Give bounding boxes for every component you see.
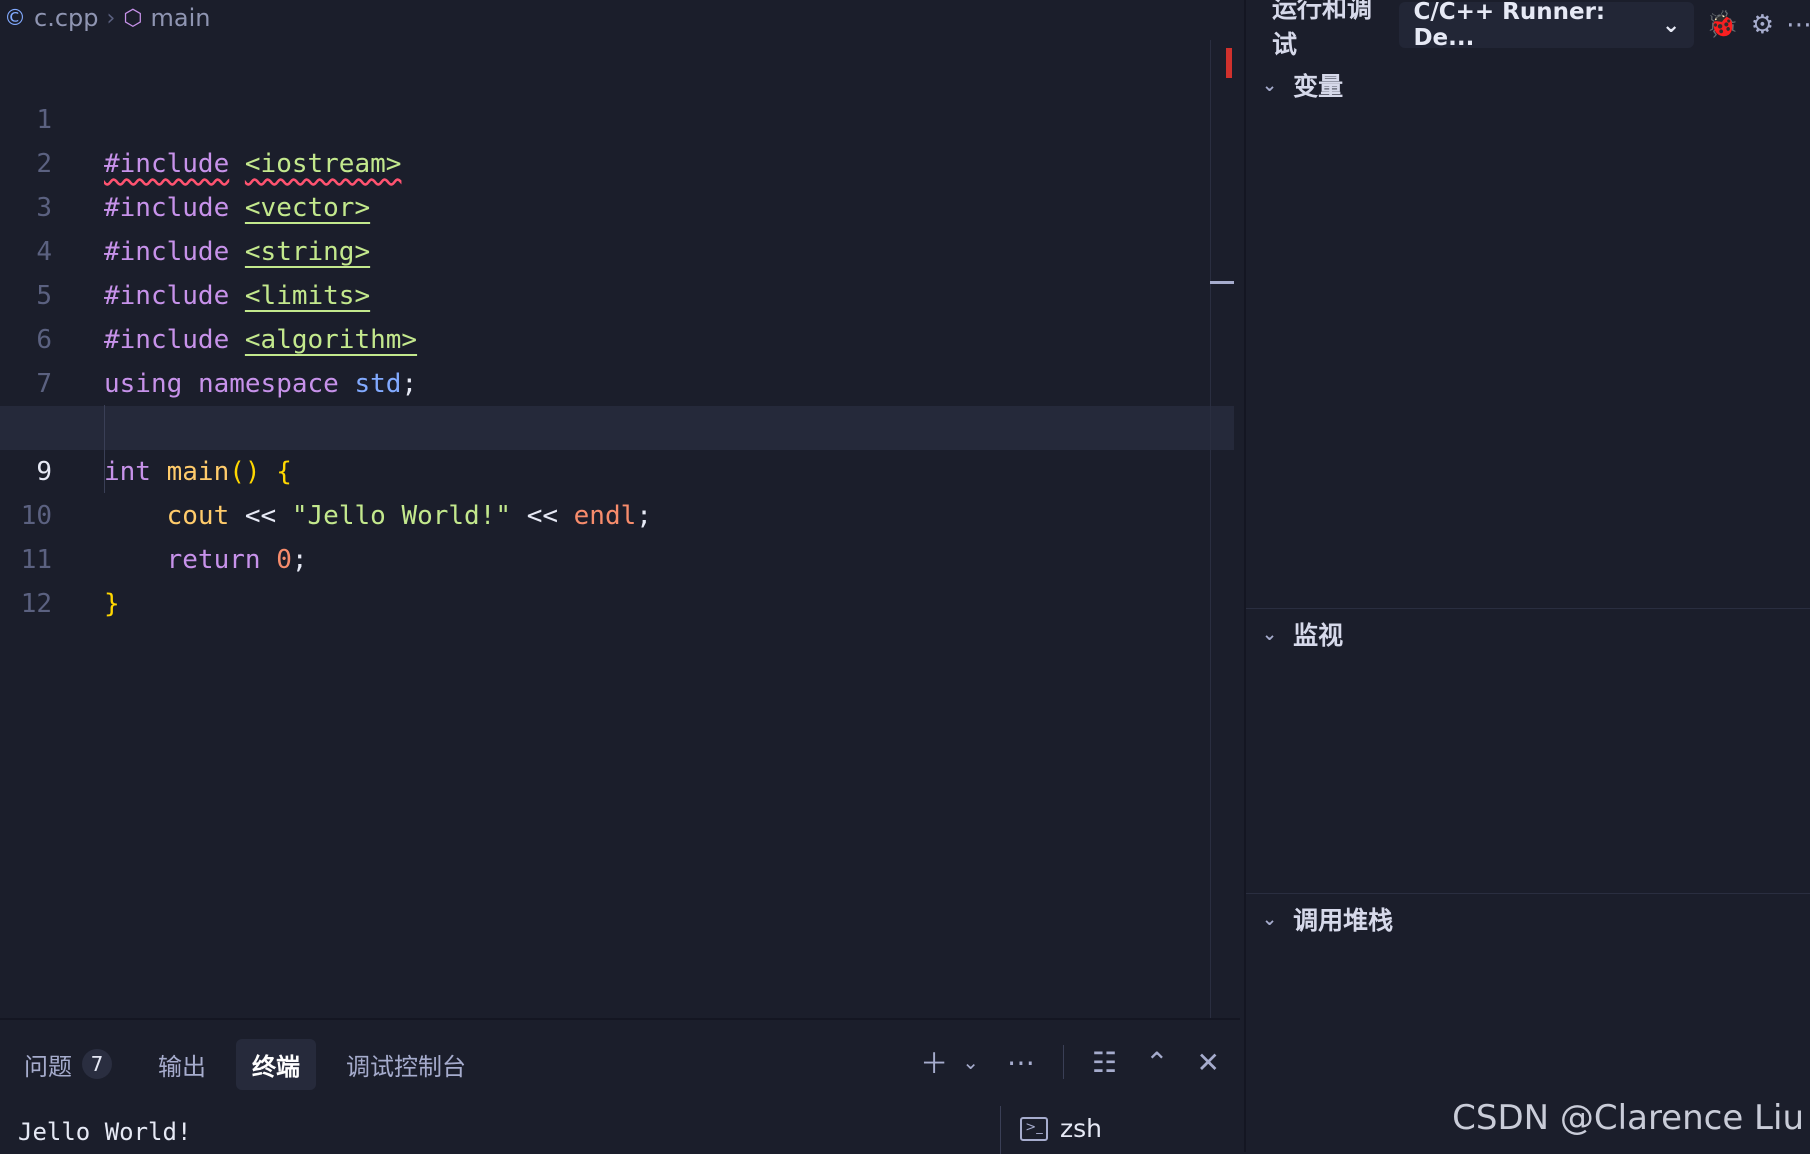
divider [1000,1106,1001,1154]
tab-problems[interactable]: 问题 7 [8,1039,128,1090]
tab-output[interactable]: 输出 [142,1039,222,1090]
code-line[interactable]: 6 using namespace std; [0,274,1240,399]
close-brace: } [104,589,120,619]
gear-icon[interactable]: ⚙ [1751,10,1774,40]
line-number: 12 [20,589,52,619]
error-marker[interactable] [1226,48,1232,78]
chevron-down-icon: ⌄ [1262,623,1278,645]
indent-guide [104,405,105,493]
chevron-up-icon[interactable]: ⌃ [1145,1046,1168,1079]
launch-config-label: C/C++ Runner: De... [1413,0,1606,51]
code-line[interactable]: 11 } [0,494,1240,619]
cpp-file-icon: © [4,5,26,31]
code-line[interactable]: 4 #include <limits> [0,186,1240,311]
start-debugging-bug-icon[interactable]: 🐞 [1706,10,1738,40]
variables-header[interactable]: ⌄ 变量 [1246,60,1810,110]
code-line[interactable]: 3 #include <string> [0,142,1240,267]
panel-actions: ＋ ⌄ ⋯ ☷ ⌃ ✕ [920,1042,1220,1082]
watermark: CSDN @Clarence Liu [1452,1098,1804,1138]
panel-tabs: 问题 7 输出 终端 调试控制台 [0,1036,482,1092]
close-icon[interactable]: ✕ [1197,1046,1220,1079]
breadcrumb-file[interactable]: c.cpp [34,4,99,32]
more-actions-icon[interactable]: ⋯ [1786,10,1810,40]
scrollbar-thumb[interactable] [1210,281,1234,284]
more-actions-icon[interactable]: ⋯ [1007,1046,1035,1079]
tab-debug-console[interactable]: 调试控制台 [330,1039,482,1090]
sliders-settings-icon[interactable]: ☷ [1092,1046,1117,1079]
code-line[interactable]: 1 #include <iostream> [0,54,1240,179]
terminal-list-item[interactable]: >_ zsh [1020,1114,1102,1143]
code-line[interactable]: 7 [0,318,1240,399]
tab-terminal[interactable]: 终端 [236,1038,316,1090]
watch-section: ⌄ 监视 [1246,608,1810,659]
terminal-icon: >_ [1020,1116,1048,1141]
terminal-name: zsh [1060,1114,1102,1143]
code-lines[interactable]: 1 #include <iostream> 2 #include <vector… [0,54,1240,619]
callstack-header[interactable]: ⌄ 调用堆栈 [1246,894,1810,944]
debug-header: 运行和调试 C/C++ Runner: De... ⌄ 🐞 ⚙ ⋯ [1246,0,1810,59]
bottom-panel: 问题 7 输出 终端 调试控制台 ＋ ⌄ ⋯ ☷ ⌃ ✕ Jello World… [0,1018,1240,1154]
chevron-down-icon: ⌄ [1661,12,1681,38]
terminal-output[interactable]: Jello World! [18,1118,191,1146]
callstack-section: ⌄ 调用堆栈 [1246,893,1810,944]
symbol-cube-icon: ⬡ [123,5,143,31]
run-and-debug-panel: 运行和调试 C/C++ Runner: De... ⌄ 🐞 ⚙ ⋯ ⌄ 变量 ⌄… [1244,0,1810,1152]
code-line[interactable]: 10 return 0; [0,450,1240,575]
chevron-down-icon: ⌄ [1262,908,1278,930]
code-line[interactable]: 2 #include <vector> [0,98,1240,223]
overview-ruler[interactable] [1210,40,1211,1018]
breadcrumb-symbol[interactable]: main [151,4,211,32]
problems-count-badge: 7 [82,1049,112,1079]
chevron-right-icon: › [106,5,116,31]
new-terminal-plus-icon[interactable]: ＋ [920,1042,948,1082]
code-line[interactable]: 5 #include <algorithm> [0,230,1240,355]
debug-title: 运行和调试 [1272,0,1373,59]
code-line[interactable]: 12 [0,538,1240,619]
watch-header[interactable]: ⌄ 监视 [1246,609,1810,659]
launch-config-select[interactable]: C/C++ Runner: De... ⌄ [1399,0,1695,51]
chevron-down-icon: ⌄ [1262,74,1278,96]
divider [1062,1045,1064,1079]
chevron-down-icon[interactable]: ⌄ [962,1050,979,1074]
breadcrumb: © c.cpp › ⬡ main [0,0,211,36]
code-line[interactable]: 8 int main() { [0,362,1240,487]
code-line-current[interactable]: 9 cout << "Jello World!" << endl; [0,406,1234,531]
variables-section: ⌄ 变量 [1246,60,1810,110]
code-editor[interactable]: © c.cpp › ⬡ main 1 #include <iostream> 2… [0,0,1240,1018]
